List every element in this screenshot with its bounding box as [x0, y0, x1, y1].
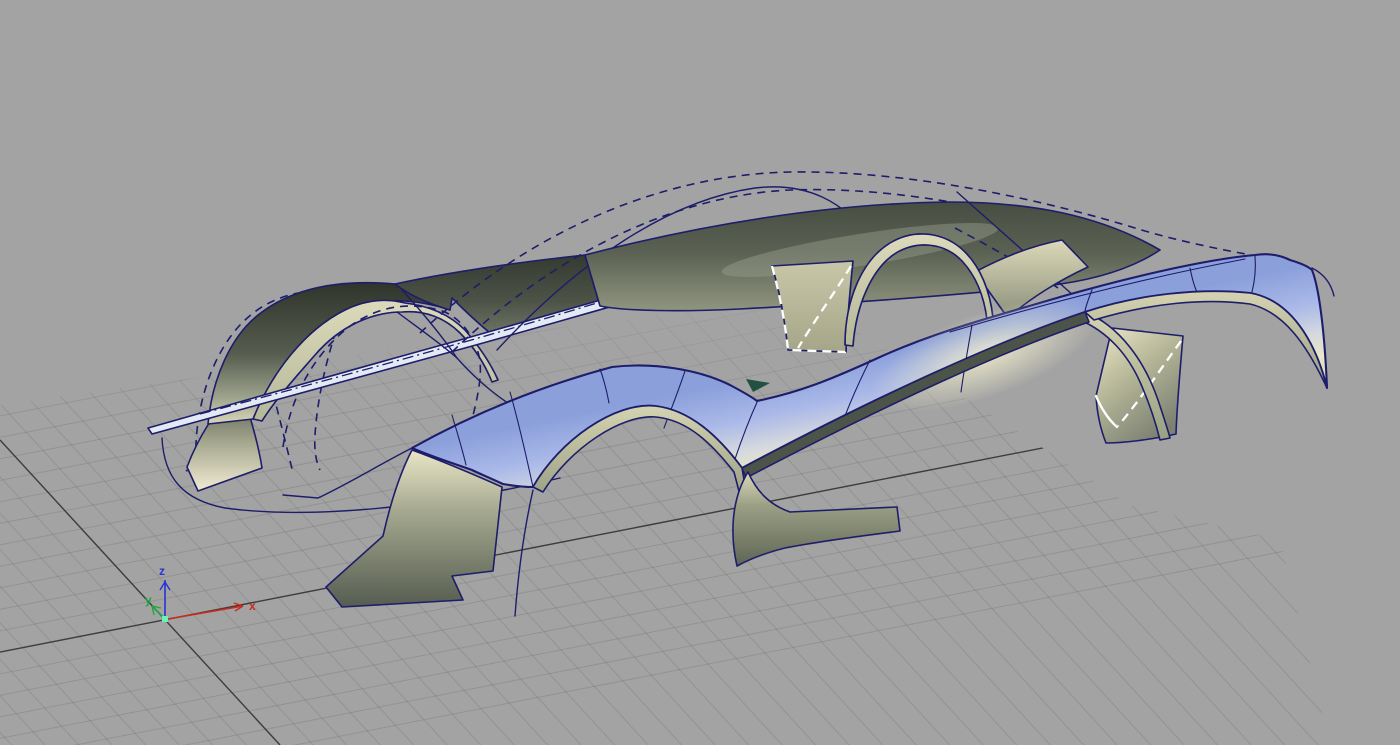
origin-marker: [162, 616, 168, 622]
viewport-canvas[interactable]: x y z: [0, 0, 1400, 745]
front-car-rear-quarter-panel[interactable]: [1096, 328, 1183, 443]
axis-label-z: z: [159, 564, 165, 578]
axis-label-x: x: [249, 599, 256, 613]
viewport[interactable]: x y z: [0, 0, 1400, 745]
axis-label-y: y: [145, 593, 152, 607]
